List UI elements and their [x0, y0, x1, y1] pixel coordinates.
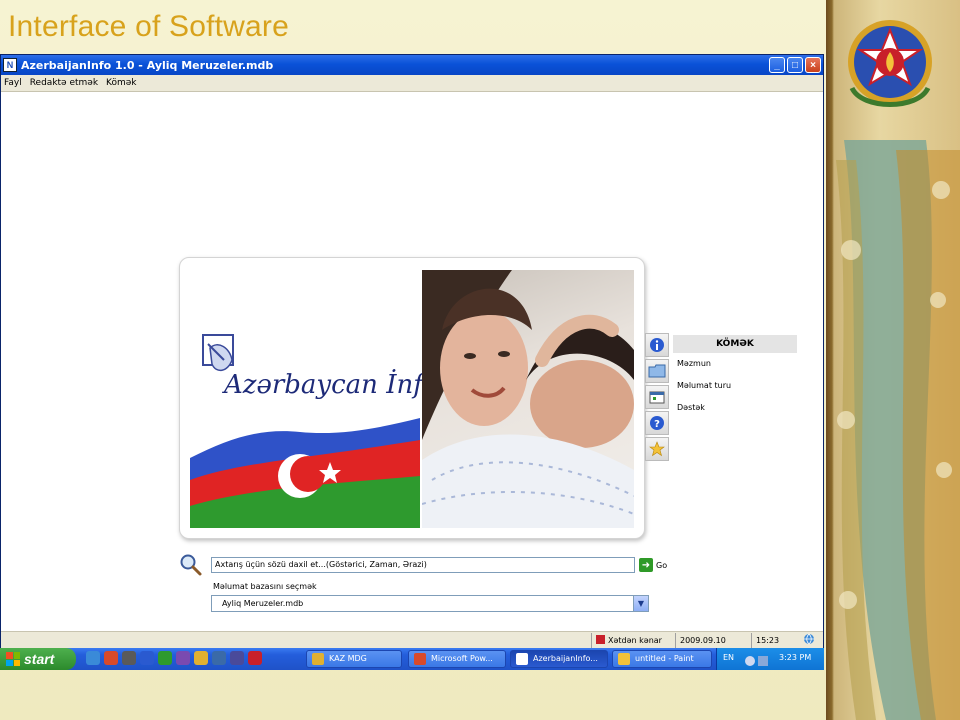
- decorative-side-panel: [826, 0, 960, 720]
- task-powerpoint[interactable]: Microsoft Pow...: [408, 650, 506, 668]
- word-icon[interactable]: [140, 651, 154, 665]
- help-header: KÖMƏK: [673, 335, 797, 353]
- database-label: Məlumat bazasını seçmək: [213, 582, 317, 591]
- language-indicator[interactable]: EN: [723, 653, 734, 662]
- task-label: AzerbaijanInfo...: [533, 654, 598, 663]
- powerpoint-icon: [414, 653, 426, 665]
- paint-icon: [618, 653, 630, 665]
- minimize-button[interactable]: _: [769, 57, 785, 73]
- menu-bar: Fayl Redaktə etmək Kömək: [1, 75, 823, 92]
- start-label: start: [24, 651, 55, 667]
- welcome-banner: Azərbaycan İnfo: [179, 257, 645, 539]
- media-icon[interactable]: [212, 651, 226, 665]
- mother-baby-photo: [422, 270, 634, 528]
- browser-icon[interactable]: [104, 651, 118, 665]
- globe-icon: [799, 633, 821, 648]
- favorites-star-icon[interactable]: [645, 437, 669, 461]
- close-button[interactable]: ×: [805, 57, 821, 73]
- search-input[interactable]: Axtarış üçün sözü daxil et...(Göstərici,…: [211, 557, 635, 573]
- calendar-icon[interactable]: [645, 385, 669, 409]
- svg-text:?: ?: [654, 419, 660, 430]
- taskbar: start KAZ MDG Microsoft Pow... Azerbaija…: [0, 648, 824, 670]
- help-item-support[interactable]: Dəstək: [673, 397, 797, 419]
- flag-icon: [190, 418, 420, 528]
- photo-illustration: [422, 270, 634, 528]
- excel-icon[interactable]: [158, 651, 172, 665]
- task-azerbaijaninfo[interactable]: AzerbaijanInfo...: [510, 650, 608, 668]
- task-label: KAZ MDG: [329, 654, 367, 663]
- menu-file[interactable]: Fayl: [4, 78, 22, 88]
- window-titlebar[interactable]: N AzerbaijanInfo 1.0 - Ayliq Meruzeler.m…: [1, 55, 823, 75]
- info-icon[interactable]: [645, 333, 669, 357]
- windows-logo-icon: [6, 652, 20, 666]
- banner-brand-area: Azərbaycan İnfo: [190, 270, 439, 528]
- chevron-down-icon[interactable]: ▼: [633, 596, 648, 611]
- app-window: N AzerbaijanInfo 1.0 - Ayliq Meruzeler.m…: [0, 54, 824, 648]
- status-time: 15:23: [751, 633, 797, 648]
- tool-icon[interactable]: [122, 651, 136, 665]
- task-kaz-mdg[interactable]: KAZ MDG: [306, 650, 402, 668]
- status-bar: Xətdən kənar 2009.09.10 15:23: [1, 631, 823, 648]
- exit-icon: [596, 635, 605, 644]
- folder-quicklaunch-icon[interactable]: [194, 651, 208, 665]
- go-button[interactable]: ➜ Go: [639, 557, 669, 573]
- slide-title: Interface of Software: [8, 10, 290, 43]
- brand-name: Azərbaycan İnfo: [224, 370, 439, 400]
- emblem-icon: [848, 20, 932, 107]
- window-title: AzerbaijanInfo 1.0 - Ayliq Meruzeler.mdb: [21, 58, 274, 72]
- go-arrow-icon: ➜: [639, 558, 653, 572]
- client-area: Azərbaycan İnfo ? KÖMƏK Məzmun Məlumat t…: [1, 93, 823, 631]
- help-item-contents[interactable]: Məzmun: [673, 353, 797, 375]
- help-icon-bar: ?: [645, 333, 671, 463]
- help-item-tour[interactable]: Məlumat turu: [673, 375, 797, 397]
- database-selected-value: Ayliq Meruzeler.mdb: [222, 599, 304, 608]
- start-button[interactable]: start: [0, 648, 76, 670]
- status-exit-label: Xətdən kənar: [608, 636, 662, 645]
- app-icon: N: [3, 58, 17, 72]
- tray-icons[interactable]: [745, 653, 771, 666]
- status-date: 2009.09.10: [675, 633, 749, 648]
- folder-icon[interactable]: [645, 359, 669, 383]
- app-task-icon: [516, 653, 528, 665]
- folder-task-icon: [312, 653, 324, 665]
- ie-icon[interactable]: [86, 651, 100, 665]
- app-quicklaunch-icon[interactable]: [176, 651, 190, 665]
- go-label: Go: [656, 560, 668, 570]
- database-select[interactable]: Ayliq Meruzeler.mdb ▼: [211, 595, 649, 612]
- taskbar-clock: 3:23 PM: [779, 653, 812, 662]
- search-icon: [180, 554, 202, 576]
- menu-edit[interactable]: Redaktə etmək: [30, 78, 98, 88]
- menu-help[interactable]: Kömək: [106, 78, 136, 88]
- task-label: Microsoft Pow...: [431, 654, 493, 663]
- question-icon[interactable]: ?: [645, 411, 669, 435]
- quick-launch: [86, 651, 262, 665]
- status-exit[interactable]: Xətdən kənar: [591, 633, 673, 648]
- help-panel: KÖMƏK Məzmun Məlumat turu Dəstək: [673, 335, 797, 419]
- task-label: untitled - Paint: [635, 654, 694, 663]
- misc-icon[interactable]: [248, 651, 262, 665]
- maximize-button[interactable]: □: [787, 57, 803, 73]
- system-tray: EN 3:23 PM: [716, 648, 824, 670]
- task-paint[interactable]: untitled - Paint: [612, 650, 712, 668]
- network-icon[interactable]: [230, 651, 244, 665]
